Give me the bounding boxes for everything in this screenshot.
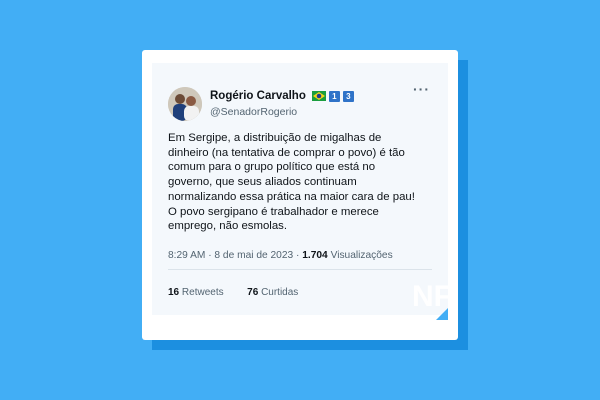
tweet-timestamp[interactable]: 8:29 AM · 8 de mai de 2023 · [168, 250, 299, 261]
tweet-text-line: emprego, não esmolas. [168, 220, 288, 233]
avatar[interactable] [168, 87, 202, 121]
brazil-flag-icon [311, 91, 326, 101]
avatar-photo-icon [168, 87, 202, 121]
tweet-text-line: O povo sergipano é trabalhador e merece [168, 205, 379, 218]
more-options-icon[interactable]: ··· [413, 81, 430, 97]
tweet-meta: 8:29 AM · 8 de mai de 2023 · 1.704 Visua… [168, 250, 393, 261]
tweet-text-line: comum para o grupo político que está no [168, 161, 376, 174]
views-label: Visualizações [330, 250, 393, 261]
tweet-text-line: normalizando essa prática na maior cara … [168, 190, 415, 203]
likes-count: 76 [247, 287, 259, 298]
author-row[interactable]: Rogério Carvalho 1 3 [210, 90, 354, 102]
tweet-text-line: dinheiro (na tentativa de comprar o povo… [168, 146, 405, 159]
author-handle[interactable]: @SenadorRogerio [210, 106, 297, 118]
divider [168, 269, 432, 270]
likes-stat[interactable]: 76 Curtidas [247, 287, 298, 298]
retweets-label: Retweets [181, 287, 224, 298]
author-name[interactable]: Rogério Carvalho [210, 90, 306, 102]
tweet-text-line: governo, que seus aliados continuam [168, 176, 357, 189]
number-badge-1: 1 [328, 90, 340, 102]
views-count: 1.704 [302, 250, 328, 261]
retweets-stat[interactable]: 16 Retweets [168, 287, 226, 298]
number-badge-3: 3 [342, 90, 354, 102]
tweet-card[interactable]: Rogério Carvalho 1 3 @SenadorRogerio ···… [152, 63, 448, 315]
retweets-count: 16 [168, 287, 180, 298]
corner-fold-icon [436, 308, 448, 320]
tweet-text-line: Em Sergipe, a distribuição de migalhas d… [168, 132, 382, 144]
tweet-stats: 16 Retweets 76 Curtidas [168, 287, 298, 298]
tweet-text: Em Sergipe, a distribuição de migalhas d… [168, 131, 442, 234]
likes-label: Curtidas [261, 287, 299, 298]
